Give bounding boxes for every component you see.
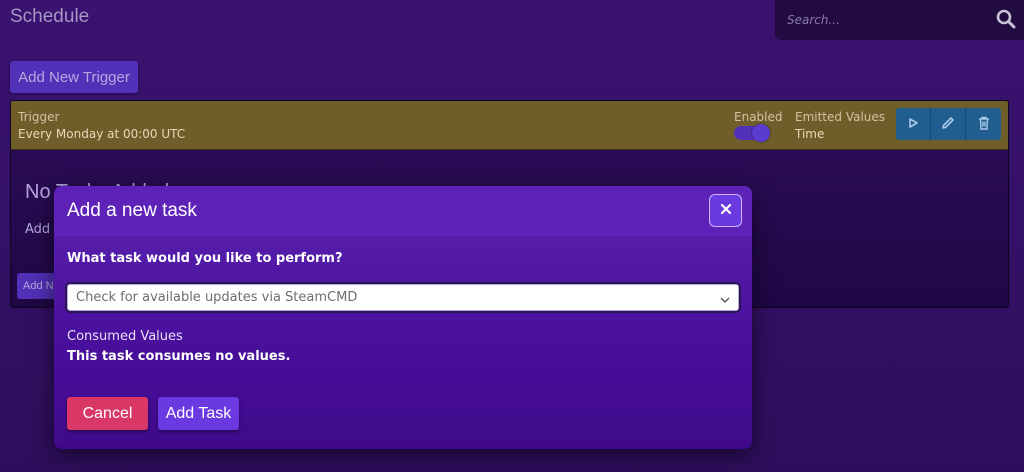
search-input[interactable] <box>785 8 979 32</box>
emitted-values-label: Emitted Values <box>795 110 886 124</box>
page-title: Schedule <box>10 6 90 27</box>
edit-trigger-button[interactable] <box>931 108 966 140</box>
trigger-header: Trigger Every Monday at 00:00 UTC Enable… <box>11 101 1008 150</box>
trigger-schedule: Every Monday at 00:00 UTC <box>18 127 186 141</box>
toggle-knob <box>752 124 770 142</box>
pencil-icon <box>940 115 956 134</box>
delete-trigger-button[interactable] <box>966 108 1001 140</box>
enabled-label: Enabled <box>734 110 783 124</box>
modal-header: Add a new task <box>54 186 752 236</box>
task-select[interactable]: Check for available updates via SteamCMD <box>65 282 741 313</box>
consumed-values-text: This task consumes no values. <box>67 349 291 364</box>
task-select-value: Check for available updates via SteamCMD <box>76 290 358 305</box>
add-task-description: Add <box>25 222 51 237</box>
cancel-button[interactable]: Cancel <box>67 397 148 430</box>
search-icon[interactable] <box>996 9 1016 29</box>
trash-icon <box>976 115 992 134</box>
modal-title: Add a new task <box>67 200 197 221</box>
play-icon <box>907 117 919 132</box>
enabled-toggle[interactable] <box>734 124 770 142</box>
task-question: What task would you like to perform? <box>67 251 343 266</box>
add-new-trigger-button[interactable]: Add New Trigger <box>10 61 138 93</box>
run-trigger-button[interactable] <box>896 108 931 140</box>
emitted-values-value: Time <box>795 127 825 141</box>
trigger-label: Trigger <box>18 110 60 124</box>
add-task-button[interactable]: Add Task <box>158 397 239 430</box>
close-button[interactable] <box>709 194 742 227</box>
chevron-down-icon <box>720 288 730 307</box>
consumed-values-label: Consumed Values <box>67 329 183 344</box>
trigger-actions <box>896 108 1001 140</box>
add-task-modal: Add a new task What task would you like … <box>54 186 752 449</box>
search-bar <box>775 0 1024 40</box>
close-icon <box>720 203 732 218</box>
